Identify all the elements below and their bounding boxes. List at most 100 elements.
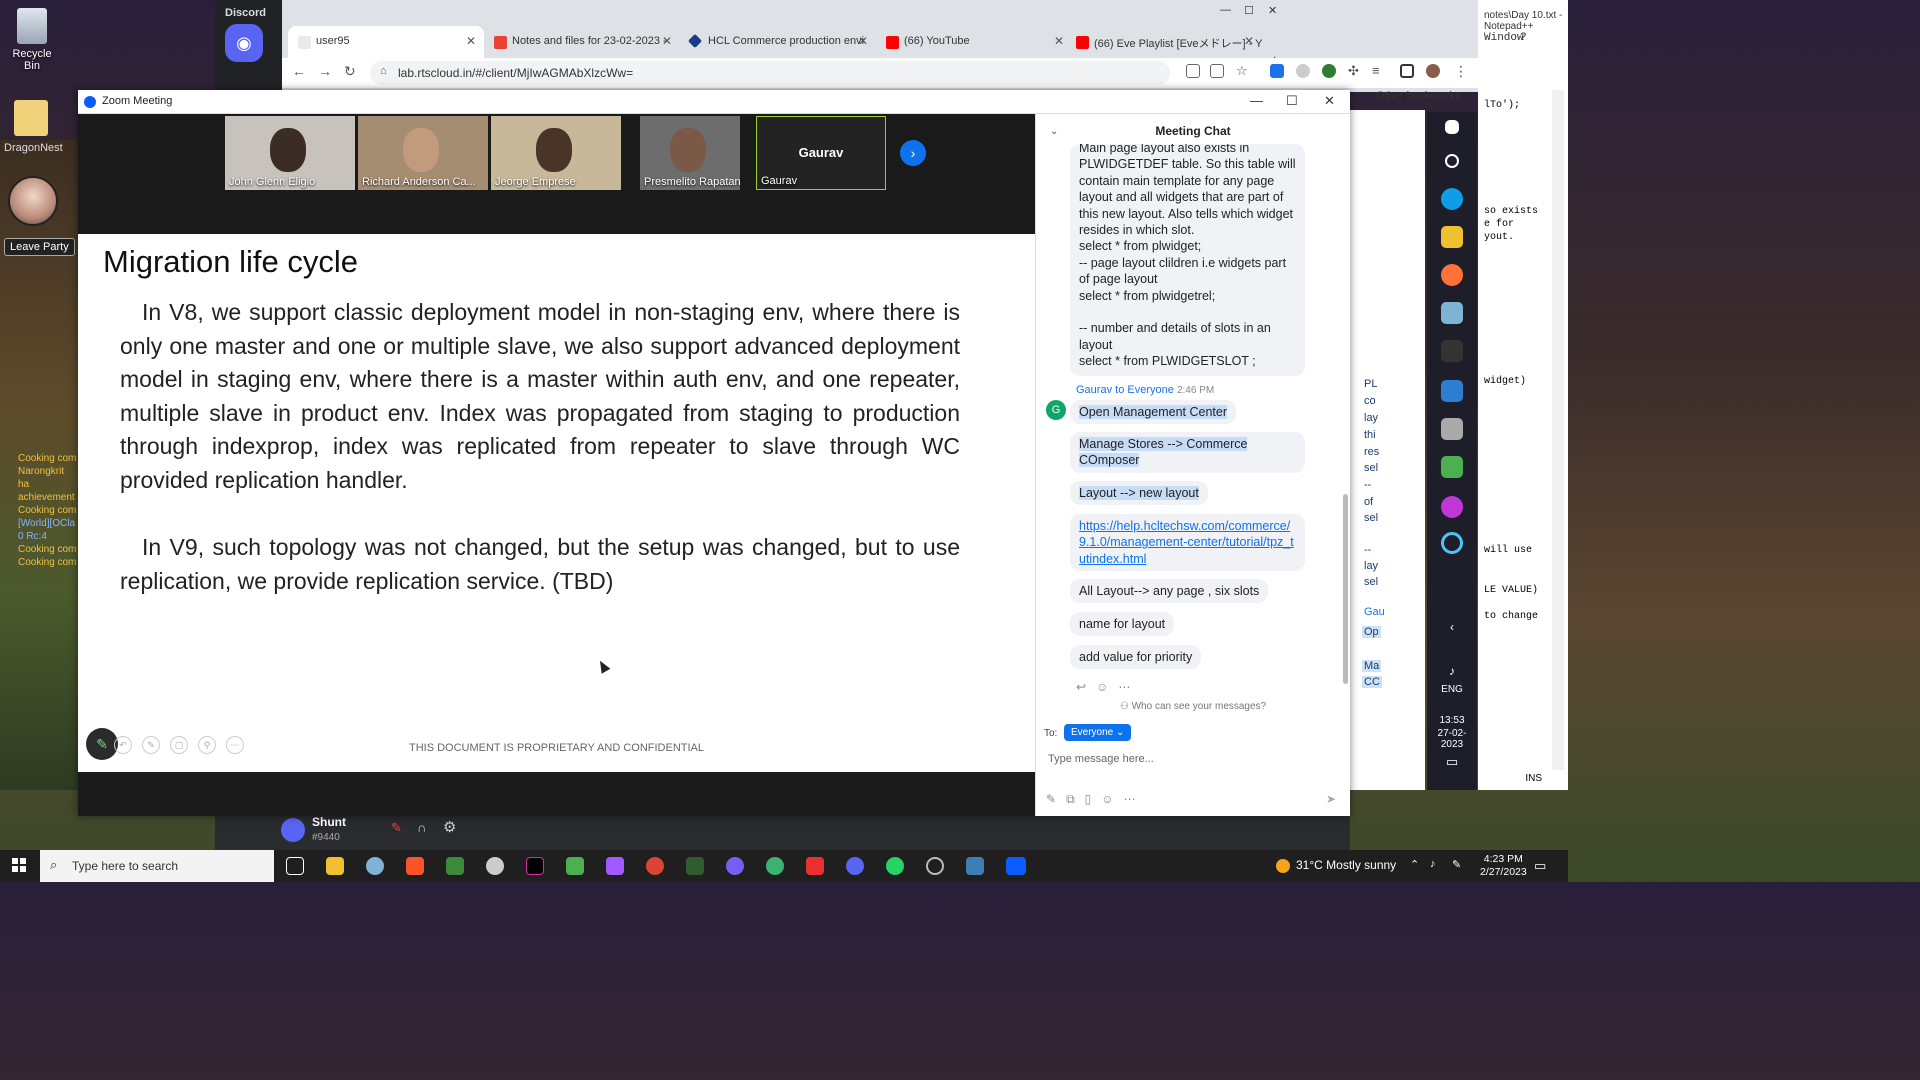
recipient-dropdown[interactable]: Everyone ⌄ xyxy=(1064,724,1132,741)
share-icon[interactable] xyxy=(1210,64,1224,78)
who-can-see-link[interactable]: ⚇ Who can see your messages? xyxy=(1036,701,1350,712)
maximize-button[interactable]: ☐ xyxy=(1286,93,1298,109)
edge-icon[interactable] xyxy=(766,857,784,875)
chat-message[interactable]: All Layout--> any page , six slots xyxy=(1070,579,1269,604)
chat-message[interactable]: Open Management Center xyxy=(1070,400,1237,425)
close-icon[interactable]: ✕ xyxy=(466,34,476,48)
zoom-taskbar-icon[interactable] xyxy=(1006,857,1026,875)
more-icon[interactable]: ⋯ xyxy=(1124,792,1136,806)
edge-icon[interactable] xyxy=(1441,188,1463,210)
chat-scrollbar[interactable] xyxy=(1343,494,1348,684)
figma-icon[interactable] xyxy=(606,857,624,875)
chat-message[interactable]: Manage Stores --> Commerce COmposer xyxy=(1070,432,1305,473)
pen-icon[interactable]: ✎ xyxy=(1452,858,1461,871)
chat-message[interactable]: add value for priority xyxy=(1070,645,1202,670)
database-icon[interactable] xyxy=(1441,418,1463,440)
notepad-plus-icon[interactable] xyxy=(566,857,584,875)
discord-logo-icon[interactable]: ◉ xyxy=(225,24,263,62)
app-icon[interactable] xyxy=(806,857,824,875)
mic-muted-icon[interactable]: ✎ xyxy=(391,820,402,836)
browser-minimize-button[interactable]: — xyxy=(1220,4,1231,16)
menu-icon[interactable]: ⋮ xyxy=(1454,63,1468,80)
recycle-bin-icon[interactable]: Recycle Bin xyxy=(4,8,60,72)
participant-tile[interactable]: John Glenn Eligio xyxy=(225,116,355,190)
sender-name[interactable]: Gaurav xyxy=(1076,384,1112,396)
obs-icon[interactable] xyxy=(926,857,944,875)
screenshot-icon[interactable]: ⧉ xyxy=(1066,792,1075,806)
chevron-up-icon[interactable]: ⌃ xyxy=(1410,858,1419,871)
taskbar-clock[interactable]: 4:23 PM 2/27/2023 xyxy=(1480,853,1527,879)
participant-tile[interactable]: Presmelito Rapatan V... xyxy=(640,116,740,190)
close-icon[interactable]: ✕ xyxy=(1244,34,1254,48)
headphones-icon[interactable]: ∩ xyxy=(417,820,426,835)
recipient-name[interactable]: Everyone xyxy=(1127,384,1173,396)
app-icon[interactable] xyxy=(446,857,464,875)
star-icon[interactable]: ☆ xyxy=(1236,63,1248,79)
app-icon[interactable] xyxy=(366,857,384,875)
chat-message[interactable]: Main page layout also exists in PLWIDGET… xyxy=(1070,144,1305,376)
extension-icon[interactable] xyxy=(1322,64,1336,78)
desktop-folder-icon[interactable] xyxy=(14,100,48,136)
minimize-button[interactable]: — xyxy=(1250,93,1263,108)
reply-icon[interactable]: ↩ xyxy=(1076,680,1086,694)
app-icon[interactable] xyxy=(1441,496,1463,518)
leave-party-button[interactable]: Leave Party xyxy=(4,238,75,256)
language-indicator[interactable]: ENG xyxy=(1427,684,1477,695)
tab-youtube-playlist[interactable]: (66) Eve Playlist [Eveメドレー] - Yo ✕ xyxy=(1066,26,1262,58)
volume-icon[interactable]: ♪ xyxy=(1427,664,1477,678)
format-icon[interactable]: ✎ xyxy=(1046,792,1056,806)
app-icon[interactable] xyxy=(686,857,704,875)
windows-start-icon[interactable] xyxy=(12,858,26,872)
participant-tile[interactable]: Jeorge Emprese xyxy=(491,116,621,190)
intellij-icon[interactable] xyxy=(526,857,544,875)
next-participants-button[interactable]: › xyxy=(900,140,926,166)
tab-hcl[interactable]: HCL Commerce production envi ✕ xyxy=(680,26,876,58)
viber-icon[interactable] xyxy=(726,857,744,875)
close-icon[interactable]: ✕ xyxy=(858,34,868,48)
tab-gmail[interactable]: Notes and files for 23-02-2023 - ✕ xyxy=(484,26,680,58)
powershell-icon[interactable] xyxy=(1441,380,1463,402)
weather-widget[interactable]: 31°C Mostly sunny xyxy=(1276,858,1396,873)
menu-window[interactable]: Window xyxy=(1484,32,1524,44)
avatar[interactable] xyxy=(281,818,305,842)
folder-icon[interactable] xyxy=(1441,226,1463,248)
terminal-icon[interactable] xyxy=(1441,340,1463,362)
chat-message[interactable]: https://help.hcltechsw.com/commerce/9.1.… xyxy=(1070,514,1305,572)
reload-icon[interactable]: ↻ xyxy=(344,63,356,80)
settings-gear-icon[interactable]: ⚙ xyxy=(443,818,456,836)
chat-message[interactable]: Layout --> new layout xyxy=(1070,481,1208,506)
file-icon[interactable]: ▯ xyxy=(1085,792,1092,806)
browser-close-button[interactable]: ✕ xyxy=(1268,4,1277,17)
notepad-plus-icon[interactable] xyxy=(1441,456,1463,478)
windows-icon[interactable] xyxy=(1445,120,1459,134)
send-icon[interactable]: ➤ xyxy=(1326,792,1336,806)
app-icon[interactable] xyxy=(966,857,984,875)
emoji-reaction-icon[interactable]: ☺ xyxy=(1096,680,1108,694)
profile-avatar[interactable] xyxy=(1426,64,1440,78)
task-view-icon[interactable] xyxy=(286,857,304,875)
emoji-icon[interactable]: ☺ xyxy=(1101,792,1113,806)
app-icon[interactable] xyxy=(1441,302,1463,324)
sidebar-icon[interactable] xyxy=(1400,64,1414,78)
scrollbar[interactable] xyxy=(1552,90,1564,770)
media-icon[interactable]: ≡ xyxy=(1372,63,1380,78)
cast-icon[interactable] xyxy=(1186,64,1200,78)
file-explorer-icon[interactable] xyxy=(326,857,344,875)
whatsapp-icon[interactable] xyxy=(886,857,904,875)
firefox-icon[interactable] xyxy=(1441,264,1463,286)
search-icon[interactable] xyxy=(1445,154,1459,168)
app-icon[interactable] xyxy=(486,857,504,875)
extension-icon[interactable] xyxy=(1270,64,1284,78)
forward-icon[interactable]: → xyxy=(318,63,332,79)
chrome-icon[interactable] xyxy=(646,857,664,875)
close-button[interactable]: ✕ xyxy=(1324,93,1335,109)
address-bar[interactable]: ⌂ lab.rtscloud.in/#/client/MjIwAGMAbXlzc… xyxy=(370,61,1170,85)
volume-icon[interactable]: ♪ xyxy=(1430,858,1436,870)
chat-message[interactable]: name for layout xyxy=(1070,612,1175,637)
discord-icon[interactable] xyxy=(846,857,864,875)
puzzle-icon[interactable]: ✣ xyxy=(1348,63,1359,79)
message-input[interactable]: Type message here... xyxy=(1048,753,1154,765)
tab-youtube[interactable]: (66) YouTube ✕ xyxy=(876,26,1072,58)
menu-help[interactable]: ? xyxy=(1520,32,1527,44)
back-icon[interactable]: ← xyxy=(292,63,306,79)
